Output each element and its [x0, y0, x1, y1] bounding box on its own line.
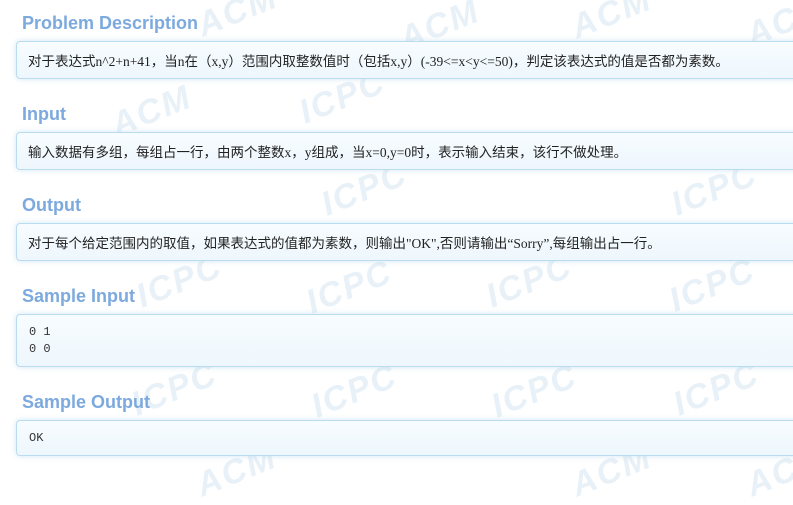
watermark-acm: ACM — [191, 0, 284, 45]
watermark-icpc: ICPC — [663, 250, 761, 320]
sample-input-panel: 0 1 0 0 — [16, 314, 793, 367]
problem-description-text: 对于表达式n^2+n+41，当n在（x,y）范围内取整数值时（包括x,y）(-3… — [28, 54, 729, 69]
watermark-icpc: ICPC — [300, 252, 398, 322]
sample-input-code: 0 1 0 0 — [29, 324, 51, 358]
output-panel: 对于每个给定范围内的取值，如果表达式的值都为素数，则输出"OK",否则请输出“S… — [16, 223, 793, 261]
sample-input-line: 0 0 — [29, 342, 51, 356]
sample-output-heading: Sample Output — [22, 392, 151, 412]
sample-output-line: OK — [29, 431, 44, 445]
problem-description-panel: 对于表达式n^2+n+41，当n在（x,y）范围内取整数值时（包括x,y）(-3… — [16, 41, 793, 79]
output-text: 对于每个给定范围内的取值，如果表达式的值都为素数，则输出"OK",否则请输出“S… — [28, 236, 661, 251]
input-heading: Input — [22, 104, 66, 124]
problem-description-heading: Problem Description — [22, 13, 199, 33]
sample-input-heading: Sample Input — [22, 286, 136, 306]
watermark-icpc: ICPC — [305, 356, 403, 426]
sample-output-panel: OK — [16, 420, 793, 456]
input-text: 输入数据有多组，每组占一行，由两个整数x，y组成，当x=0,y=0时，表示输入结… — [28, 145, 628, 160]
output-heading: Output — [22, 195, 81, 215]
sample-output-code: OK — [29, 430, 43, 447]
sample-input-line: 0 1 — [29, 325, 51, 339]
input-panel: 输入数据有多组，每组占一行，由两个整数x，y组成，当x=0,y=0时，表示输入结… — [16, 132, 793, 170]
watermark-icpc: ICPC — [485, 356, 583, 426]
